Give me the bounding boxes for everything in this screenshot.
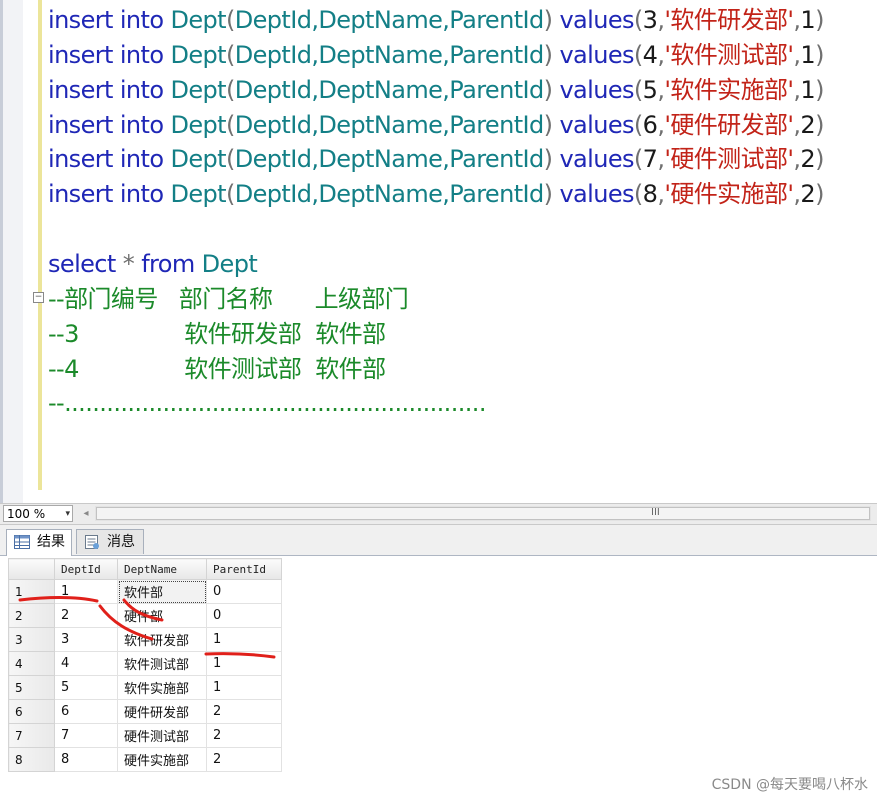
cell-deptname[interactable]: 软件实施部 (117, 675, 207, 700)
table-row[interactable]: 1 1 软件部 0 (8, 579, 282, 604)
cell-deptname[interactable]: 硬件研发部 (117, 699, 207, 724)
code-line-comment[interactable]: --4 软件测试部 软件部 (48, 352, 386, 386)
cell-deptid[interactable]: 7 (54, 723, 118, 748)
code-line-insert[interactable]: insert into Dept(DeptId,DeptName,ParentI… (48, 3, 824, 37)
tab-messages-label: 消息 (107, 534, 135, 550)
horizontal-scrollbar[interactable]: III (95, 506, 871, 521)
cell-deptname[interactable]: 软件测试部 (117, 651, 207, 676)
corner-cell[interactable] (8, 558, 55, 580)
row-number[interactable]: 7 (8, 723, 55, 748)
code-line-insert[interactable]: insert into Dept(DeptId,DeptName,ParentI… (48, 38, 824, 72)
row-number[interactable]: 1 (8, 579, 55, 604)
column-header[interactable]: DeptId (54, 558, 118, 580)
cell-deptname[interactable]: 硬件实施部 (117, 747, 207, 772)
row-number[interactable]: 3 (8, 627, 55, 652)
code-line-insert[interactable]: insert into Dept(DeptId,DeptName,ParentI… (48, 177, 824, 211)
collapse-toggle-icon[interactable]: − (33, 292, 44, 303)
grid-header-row: DeptId DeptName ParentId (8, 558, 282, 580)
code-line-comment[interactable]: --部门编号 部门名称 上级部门 (48, 282, 409, 316)
table-row[interactable]: 7 7 硬件测试部 2 (8, 723, 282, 748)
row-number[interactable]: 6 (8, 699, 55, 724)
cell-deptid[interactable]: 5 (54, 675, 118, 700)
cell-parentid[interactable]: 2 (206, 747, 282, 772)
scroll-left-arrow-icon[interactable]: ◂ (79, 506, 93, 521)
results-grid[interactable]: DeptId DeptName ParentId 1 1 软件部 0 2 2 硬… (8, 558, 282, 772)
code-line-comment[interactable]: --......................................… (48, 386, 486, 420)
code-line-insert[interactable]: insert into Dept(DeptId,DeptName,ParentI… (48, 108, 824, 142)
cell-deptid[interactable]: 6 (54, 699, 118, 724)
cell-parentid[interactable]: 0 (206, 603, 282, 628)
tab-results[interactable]: 结果 (6, 529, 72, 556)
column-header[interactable]: DeptName (117, 558, 207, 580)
table-row[interactable]: 6 6 硬件研发部 2 (8, 699, 282, 724)
change-tracking-bar (38, 0, 42, 490)
cell-parentid[interactable]: 2 (206, 699, 282, 724)
results-panel: DeptId DeptName ParentId 1 1 软件部 0 2 2 硬… (0, 556, 877, 802)
grid-icon (14, 535, 30, 549)
grip-icon: III (651, 507, 660, 518)
tab-results-label: 结果 (37, 534, 65, 550)
cell-deptid[interactable]: 4 (54, 651, 118, 676)
table-row[interactable]: 4 4 软件测试部 1 (8, 651, 282, 676)
cell-parentid[interactable]: 1 (206, 627, 282, 652)
cell-deptid[interactable]: 2 (54, 603, 118, 628)
column-header[interactable]: ParentId (206, 558, 282, 580)
cell-parentid[interactable]: 2 (206, 723, 282, 748)
row-number[interactable]: 2 (8, 603, 55, 628)
cell-deptid[interactable]: 3 (54, 627, 118, 652)
zoom-value: 100 % (7, 507, 46, 521)
tab-messages[interactable]: 消息 (76, 529, 144, 554)
row-number[interactable]: 5 (8, 675, 55, 700)
editor-status-strip: 100 % ▾ ◂ III (0, 503, 877, 525)
cell-deptid[interactable]: 1 (54, 579, 118, 604)
row-number[interactable]: 8 (8, 747, 55, 772)
table-row[interactable]: 5 5 软件实施部 1 (8, 675, 282, 700)
chevron-down-icon[interactable]: ▾ (65, 506, 70, 523)
code-line-comment[interactable]: --3 软件研发部 软件部 (48, 317, 386, 351)
table-row[interactable]: 2 2 硬件部 0 (8, 603, 282, 628)
scrollbar-thumb[interactable]: III (96, 507, 870, 520)
message-icon (85, 535, 99, 549)
watermark: CSDN @每天要喝八杯水 (711, 777, 868, 793)
code-line-insert[interactable]: insert into Dept(DeptId,DeptName,ParentI… (48, 142, 824, 176)
cell-parentid[interactable]: 1 (206, 675, 282, 700)
cell-deptname[interactable]: 硬件部 (117, 603, 207, 628)
cell-parentid[interactable]: 1 (206, 651, 282, 676)
results-tab-bar: 结果 消息 (0, 525, 877, 556)
query-editor[interactable]: insert into Dept(DeptId,DeptName,ParentI… (0, 0, 877, 503)
table-row[interactable]: 8 8 硬件实施部 2 (8, 747, 282, 772)
code-line-select[interactable]: select * from Dept (48, 247, 258, 281)
cell-deptid[interactable]: 8 (54, 747, 118, 772)
cell-deptname[interactable]: 硬件测试部 (117, 723, 207, 748)
zoom-dropdown[interactable]: 100 % ▾ (3, 505, 73, 522)
editor-margin (3, 0, 23, 503)
table-row[interactable]: 3 3 软件研发部 1 (8, 627, 282, 652)
cell-parentid[interactable]: 0 (206, 579, 282, 604)
row-number[interactable]: 4 (8, 651, 55, 676)
cell-deptname[interactable]: 软件研发部 (117, 627, 207, 652)
cell-deptname[interactable]: 软件部 (117, 579, 207, 604)
code-line-insert[interactable]: insert into Dept(DeptId,DeptName,ParentI… (48, 73, 824, 107)
